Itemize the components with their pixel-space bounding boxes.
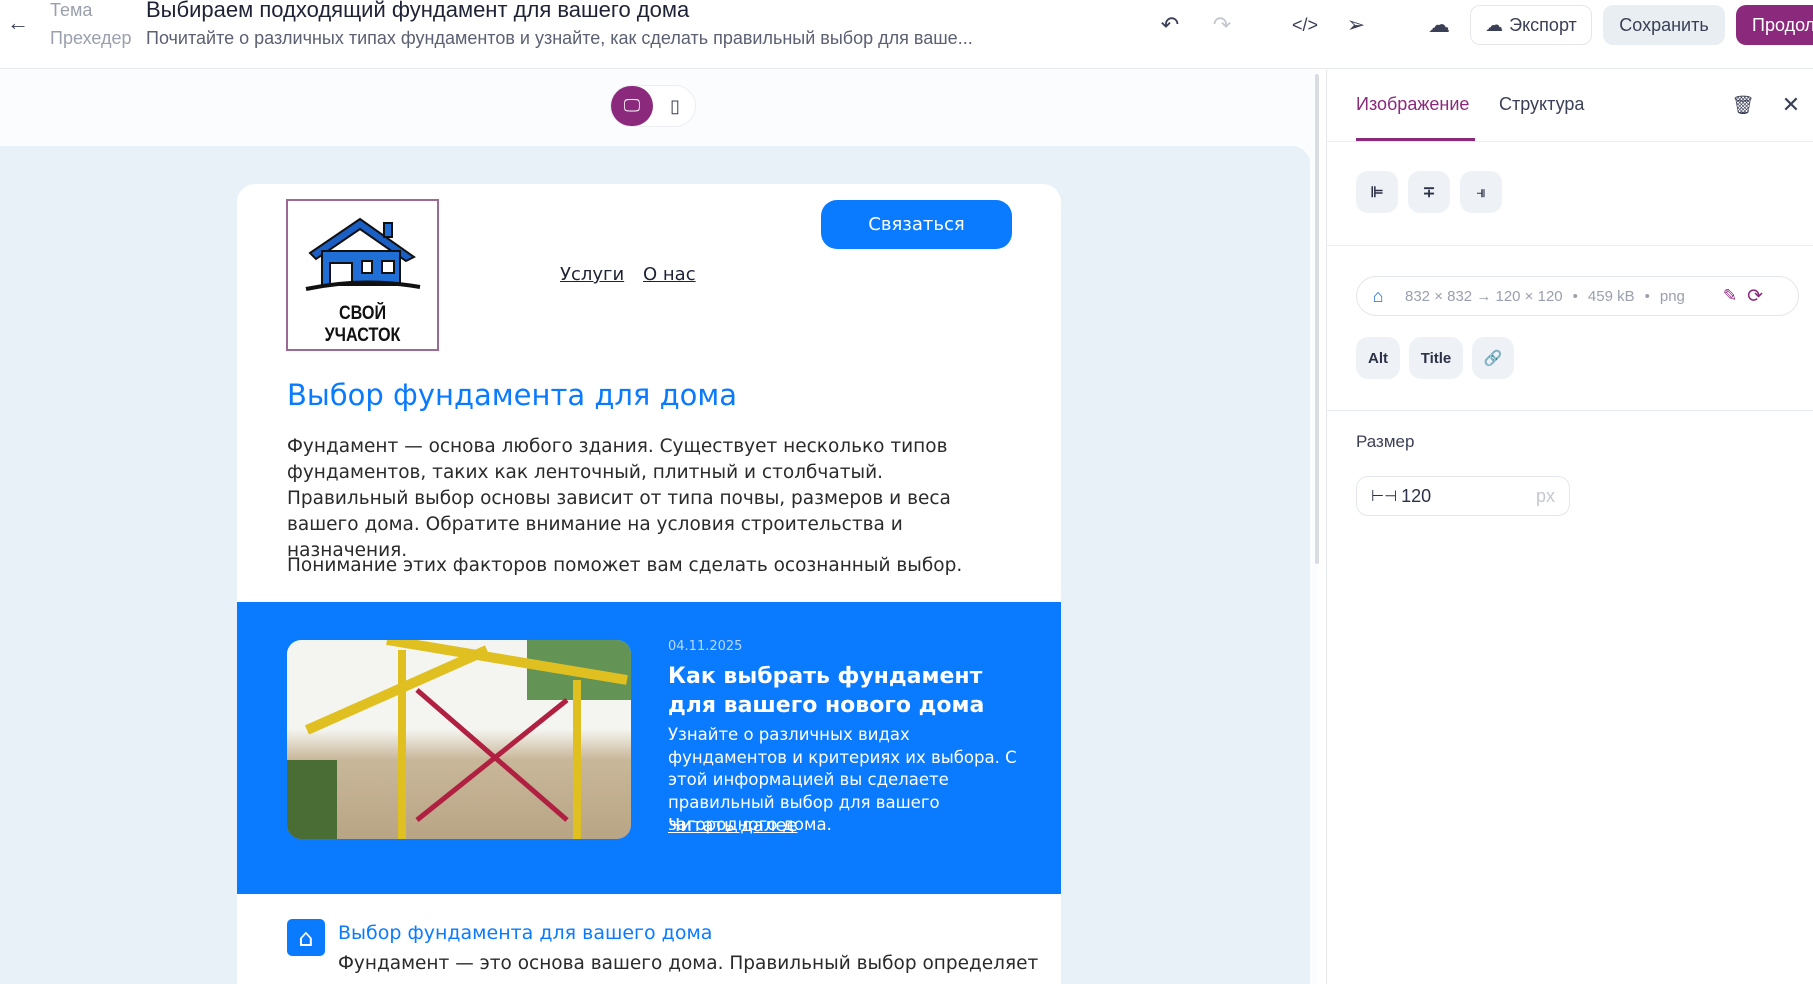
width-icon: ⊢⊣ [1371,488,1398,505]
tabs-divider [1327,141,1813,142]
align-left-icon[interactable]: ⊫ [1356,171,1398,213]
preheader-label: Прехедер [50,28,132,48]
width-value: 120 [1401,485,1432,506]
nav-link-services[interactable]: Услуги [560,264,624,285]
width-input[interactable]: ⊢⊣ 120 px [1356,476,1570,516]
nav-link-about[interactable]: О нас [643,264,696,285]
trash-icon[interactable]: 🗑 [1730,92,1756,118]
divider [1327,245,1813,246]
upload-cloud-icon[interactable]: ☁ [1424,10,1454,40]
contact-button[interactable]: Связаться [821,200,1012,249]
tab-image[interactable]: Изображение [1356,94,1469,115]
top-bar: ← Тема Выбираем подходящий фундамент для… [0,0,1813,69]
tab-structure[interactable]: Структура [1499,94,1584,115]
article-title: Как выбрать фундамент для вашего нового … [668,664,985,718]
email-body: СВОЙ УЧАСТОК Связаться Услуги О нас Выбо… [237,184,1061,984]
export-label: Экспорт [1509,14,1577,35]
desktop-icon[interactable]: 🖵 [611,86,653,126]
close-icon[interactable]: ✕ [1778,92,1804,118]
size-label: Размер [1356,432,1415,451]
save-button[interactable]: Сохранить [1603,5,1725,45]
code-icon[interactable]: </> [1290,10,1320,40]
alt-button[interactable]: Alt [1356,337,1400,379]
cloud-icon: ☁ [1485,14,1504,35]
email-title: Выбор фундамента для дома [287,378,738,412]
image-thumbnail: ⌂ [1361,280,1395,312]
feature-title: Выбор фундамента для вашего дома [338,922,713,944]
article-image[interactable] [287,640,631,839]
image-dimensions: 832 × 832 → 120 × 120 [1405,287,1563,305]
image-info-pill: ⌂ 832 × 832 → 120 × 120 • 459 kB • png ✎ ⟳ [1356,276,1799,316]
edit-pencil-icon[interactable]: ✎ [1723,286,1737,306]
unit-label: px [1535,485,1555,506]
feature-text: Фундамент — это основа вашего дома. Прав… [338,953,1039,974]
email-paragraph-1: Фундамент — основа любого здания. Сущест… [287,436,951,561]
article-block: 04.11.2025 Как выбрать фундамент для ваш… [237,602,1061,894]
divider [1327,410,1813,411]
mobile-icon[interactable]: ▯ [655,86,695,126]
home-icon: ⌂ [287,919,325,956]
construction-photo-icon [287,640,631,839]
subject-input[interactable]: Выбираем подходящий фундамент для вашего… [146,0,689,23]
preheader-input[interactable]: Почитайте о различных типах фундаментов … [146,28,973,49]
article-date: 04.11.2025 [668,639,743,654]
house-logo-icon [305,217,421,291]
logo-text: СВОЙ УЧАСТОК [324,303,401,346]
continue-button[interactable]: Продол [1736,5,1813,45]
email-paragraph-2: Понимание этих факторов поможет вам сдел… [287,555,963,576]
logo-image[interactable]: СВОЙ УЧАСТОК [286,199,439,351]
device-toggle: 🖵 ▯ [610,85,696,127]
align-center-icon[interactable]: ∓ [1408,171,1450,213]
replace-refresh-icon[interactable]: ⟳ [1747,285,1763,308]
back-arrow-icon[interactable]: ← [4,8,32,38]
subject-label: Тема [50,0,93,20]
undo-icon[interactable]: ↶ [1155,10,1185,40]
title-button[interactable]: Title [1409,337,1463,379]
link-icon[interactable]: 🔗 [1472,337,1514,379]
settings-panel: Изображение Структура 🗑 ✕ ⊫ ∓ ⫣ ⌂ 832 × … [1326,70,1813,984]
image-size: 459 kB [1587,287,1635,305]
redo-icon[interactable]: ↷ [1207,10,1237,40]
send-icon[interactable]: ➢ [1341,10,1371,40]
scrollbar[interactable] [1315,74,1319,564]
image-format: png [1659,287,1685,305]
export-button[interactable]: ☁ Экспорт [1470,5,1592,45]
align-right-icon[interactable]: ⫣ [1460,171,1502,213]
read-more-link[interactable]: Читать далее [668,815,798,836]
